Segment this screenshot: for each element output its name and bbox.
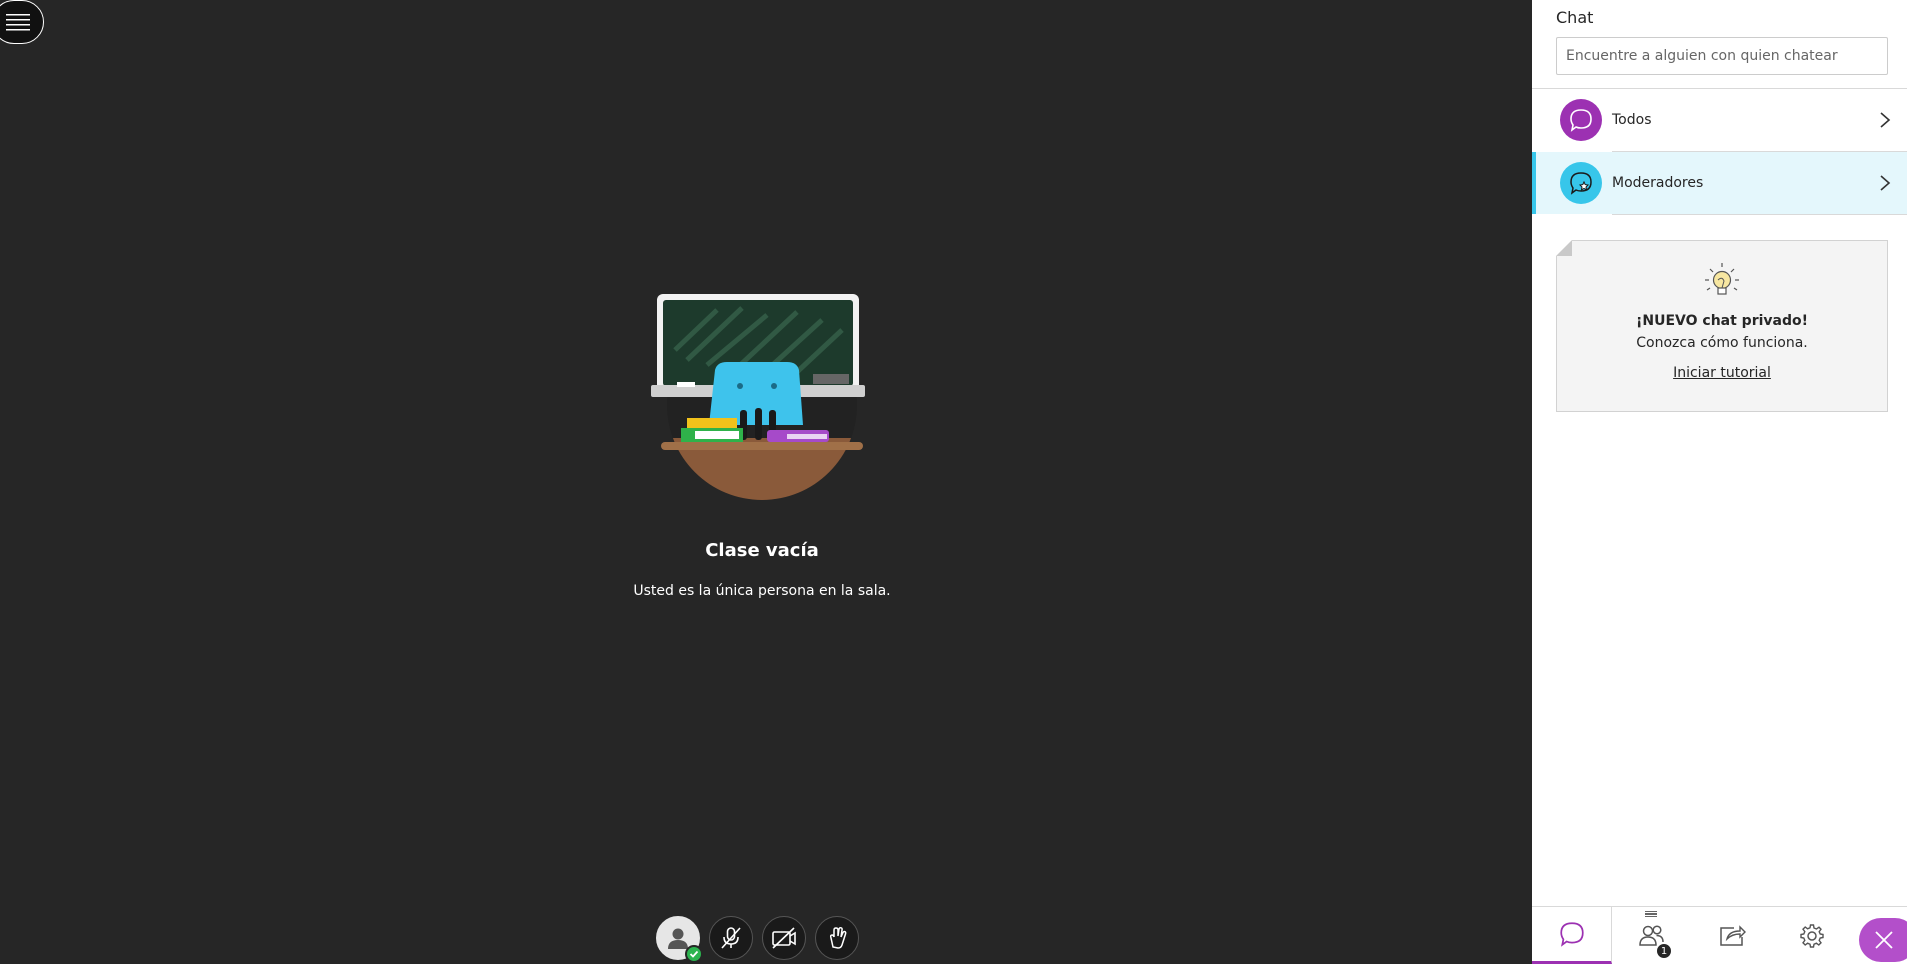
mic-off-icon [721,927,741,949]
moderators-chat-icon [1560,162,1602,204]
tab-attendees[interactable]: 1 [1612,907,1692,964]
close-panel-button[interactable] [1859,918,1907,962]
divider [1612,214,1907,215]
everyone-chat-icon [1560,99,1602,141]
chat-item-moderadores[interactable]: Moderadores [1532,152,1907,214]
corner-fold [1556,240,1572,256]
tab-settings[interactable] [1772,907,1852,964]
panel-title: Chat [1556,8,1594,27]
private-chat-tip-card: ¡NUEVO chat privado! Conozca cómo funcio… [1556,240,1888,412]
chat-icon [1559,922,1584,947]
menu-button[interactable] [0,0,44,44]
my-status-button[interactable] [656,916,703,963]
chat-item-label: Todos [1612,112,1652,128]
drag-handle-icon [1645,911,1657,917]
empty-room-subtitle: Usted es la única persona en la sala. [633,583,891,599]
chevron-right-icon [1880,112,1891,128]
chat-search-input[interactable] [1556,37,1888,75]
chat-panel: Chat Todos Moderadores [1532,0,1907,964]
raise-hand-button[interactable] [815,916,859,960]
empty-room-title: Clase vacía [705,540,819,561]
panel-tab-bar: 1 [1532,906,1907,964]
tab-chat[interactable] [1532,907,1612,964]
chat-item-todos[interactable]: Todos [1532,89,1907,151]
tip-text: Conozca cómo funciona. [1636,335,1808,351]
tab-share-content[interactable] [1692,907,1772,964]
camera-off-icon [772,927,796,949]
attendee-count-badge: 1 [1656,943,1672,959]
hamburger-icon [6,14,30,31]
gear-icon [1800,923,1824,948]
microphone-button[interactable] [709,916,753,960]
session-controls [656,916,859,963]
empty-classroom-illustration [651,294,865,500]
chat-item-label: Moderadores [1612,175,1704,191]
lightbulb-icon [1705,263,1739,295]
hand-icon [829,927,847,949]
share-icon [1720,924,1746,946]
main-stage: Clase vacía Usted es la única persona en… [0,0,1532,964]
empty-room-message: Clase vacía Usted es la única persona en… [0,290,1524,599]
start-tutorial-link[interactable]: Iniciar tutorial [1673,365,1771,381]
status-check-icon [685,945,703,963]
tip-title: ¡NUEVO chat privado! [1636,313,1808,329]
chevron-right-icon [1880,175,1891,191]
close-icon [1875,931,1893,949]
camera-button[interactable] [762,916,806,960]
